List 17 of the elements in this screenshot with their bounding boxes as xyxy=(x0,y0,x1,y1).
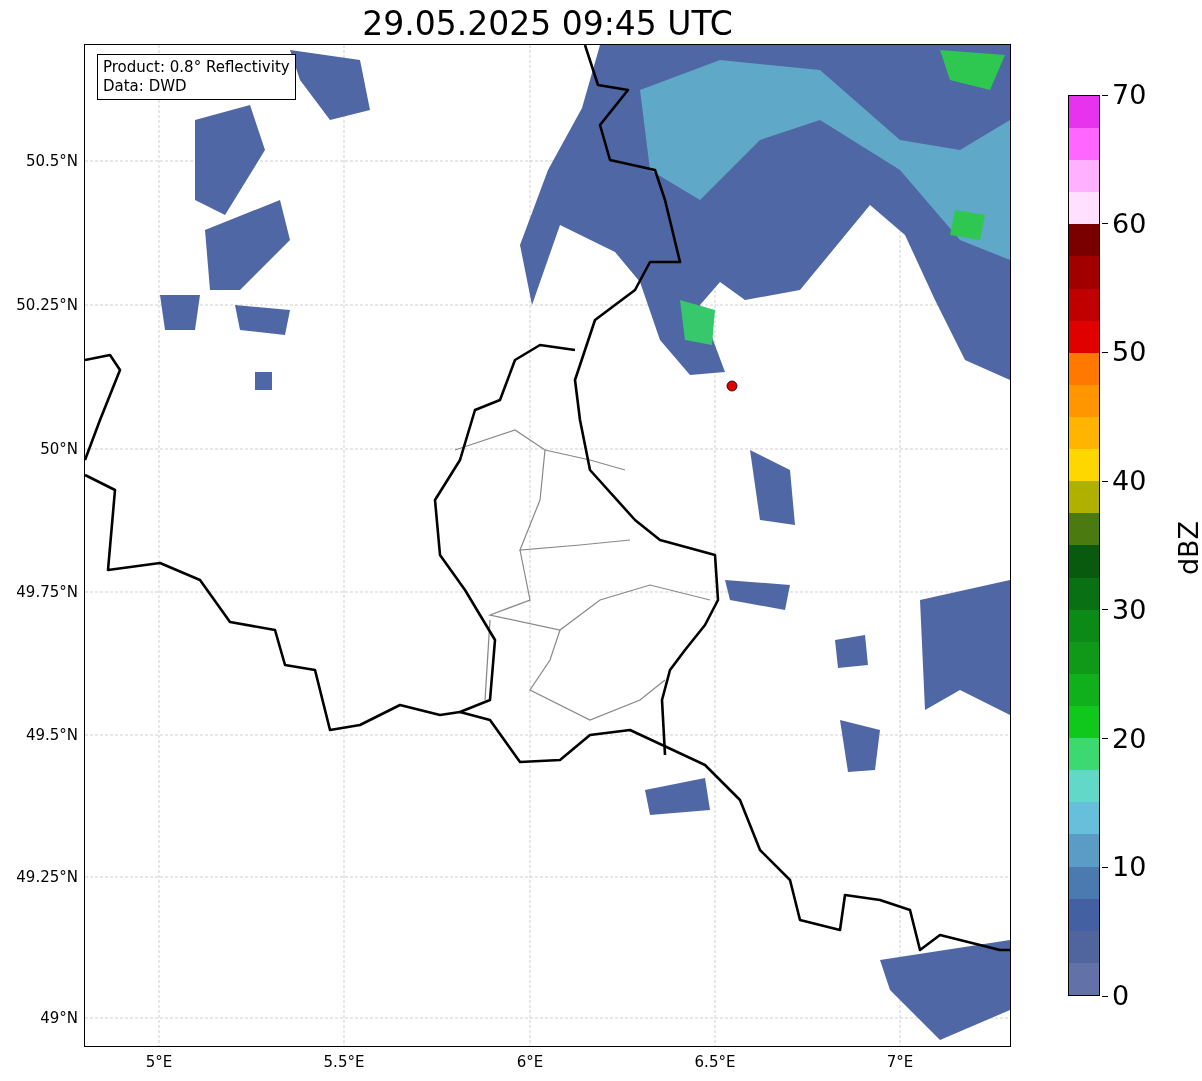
radar-site-marker xyxy=(726,380,738,392)
latitude-label: 50°N xyxy=(40,439,78,459)
latitude-label: 49.25°N xyxy=(16,867,78,887)
colorbar-label: dBZ xyxy=(1173,520,1202,576)
latitude-label: 49.75°N xyxy=(16,582,78,602)
chart-title: 29.05.2025 09:45 UTC xyxy=(361,4,734,44)
longitude-label: 5.5°E xyxy=(322,1052,366,1072)
latitude-label: 49.5°N xyxy=(25,725,78,745)
longitude-label: 6°E xyxy=(515,1052,545,1072)
longitude-label: 7°E xyxy=(885,1052,915,1072)
latitude-label: 49°N xyxy=(40,1008,78,1028)
latitude-label: 50.5°N xyxy=(25,151,78,171)
latitude-label: 50.25°N xyxy=(16,295,78,315)
info-text: Product: 0.8° Reflectivity xyxy=(103,58,290,77)
longitude-label: 5°E xyxy=(144,1052,174,1072)
longitude-label: 6.5°E xyxy=(693,1052,737,1072)
info-text: Data: DWD xyxy=(103,77,188,96)
